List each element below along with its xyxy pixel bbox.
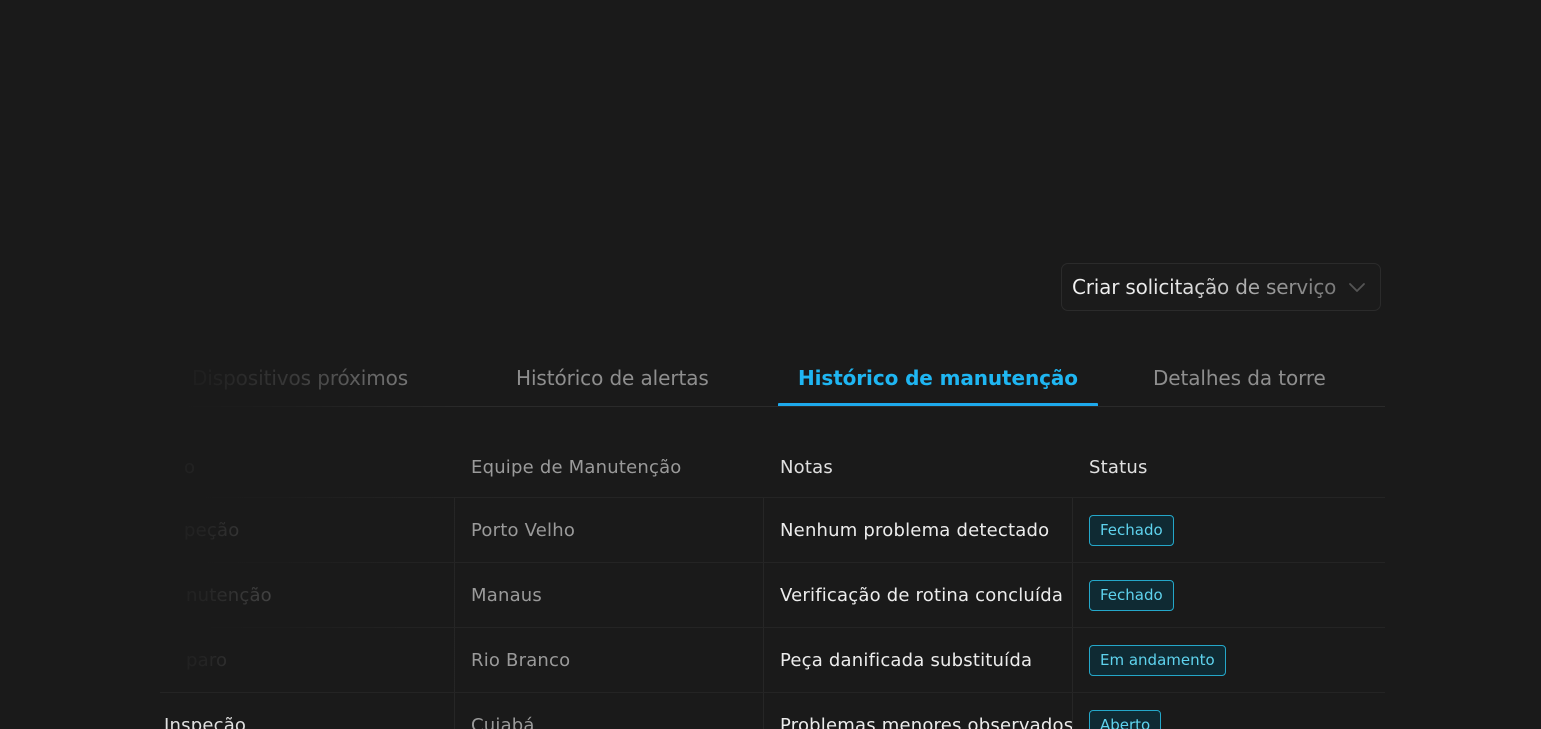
tab-alert-history[interactable]: Histórico de alertas <box>516 350 709 406</box>
cell-type: paro <box>160 628 455 692</box>
status-badge: Fechado <box>1089 579 1174 611</box>
column-header-status: Status <box>1089 456 1148 478</box>
column-header-team: Equipe de Manutenção <box>471 456 682 478</box>
cell-status: Fechado <box>1073 563 1385 627</box>
cell-notes: Verificação de rotina concluída <box>764 563 1073 627</box>
cell-notes: Peça danificada substituída <box>764 628 1073 692</box>
tab-tower-details[interactable]: Detalhes da torre <box>1153 350 1326 406</box>
table-header-row: o Equipe de Manutenção Notas Status <box>160 437 1385 498</box>
status-badge: Aberto <box>1089 709 1162 729</box>
cell-team: Porto Velho <box>455 498 764 562</box>
chevron-down-icon <box>1346 276 1368 298</box>
cell-team: Manaus <box>455 563 764 627</box>
service-request-label: Criar solicitação de serviço <box>1072 275 1337 299</box>
status-badge: Fechado <box>1089 514 1174 546</box>
table-row[interactable]: Inspeção Cuiabá Problemas menores observ… <box>160 693 1385 729</box>
maintenance-panel: Criar solicitação de serviço Dispositivo… <box>0 0 1541 729</box>
cell-team: Rio Branco <box>455 628 764 692</box>
cell-status: Em andamento <box>1073 628 1385 692</box>
cell-team: Cuiabá <box>455 693 764 729</box>
cell-status: Aberto <box>1073 693 1385 729</box>
tab-divider <box>160 406 1385 407</box>
cell-notes: Nenhum problema detectado <box>764 498 1073 562</box>
cell-status: Fechado <box>1073 498 1385 562</box>
status-badge: Em andamento <box>1089 644 1226 676</box>
table-row[interactable]: nutenção Manaus Verificação de rotina co… <box>160 563 1385 628</box>
cell-type: nutenção <box>160 563 455 627</box>
tab-maintenance-history[interactable]: Histórico de manutenção <box>778 350 1098 407</box>
table-row[interactable]: peção Porto Velho Nenhum problema detect… <box>160 498 1385 563</box>
tab-nearby-devices[interactable]: Dispositivos próximos <box>192 350 408 406</box>
table-row[interactable]: paro Rio Branco Peça danificada substitu… <box>160 628 1385 693</box>
tab-bar: Dispositivos próximos Histórico de alert… <box>160 350 1385 407</box>
cell-type: Inspeção <box>160 693 455 729</box>
column-header-type: o <box>184 456 196 478</box>
cell-notes: Problemas menores observados <box>764 693 1073 729</box>
column-header-notes: Notas <box>780 456 833 478</box>
cell-type: peção <box>160 498 455 562</box>
maintenance-table: o Equipe de Manutenção Notas Status peçã… <box>160 437 1385 729</box>
service-request-dropdown[interactable]: Criar solicitação de serviço <box>1061 263 1381 311</box>
